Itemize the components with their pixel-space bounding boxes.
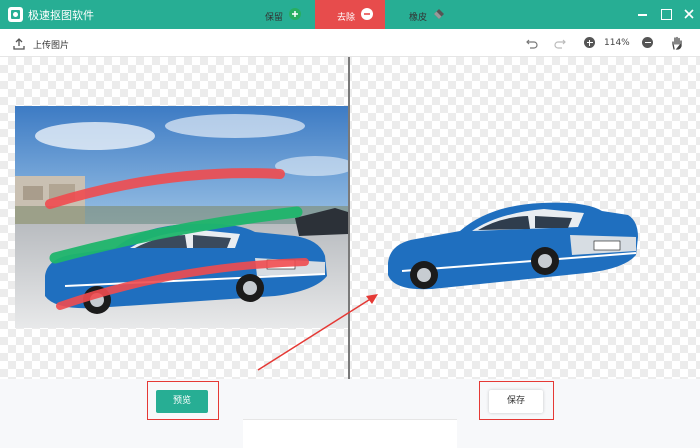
hand-icon[interactable] [670, 36, 684, 50]
remove-tool[interactable]: 去除 [315, 0, 385, 29]
zoom-in-icon[interactable] [584, 37, 595, 48]
result-image [380, 175, 640, 295]
source-image[interactable] [15, 106, 348, 328]
eraser-tool[interactable]: 橡皮 [385, 0, 457, 29]
plus-circle-icon [289, 8, 301, 20]
brush-tools [243, 419, 457, 448]
zoom-out-icon[interactable] [642, 37, 653, 48]
keep-tool[interactable]: 保留 [243, 0, 315, 29]
close-icon[interactable] [680, 5, 698, 23]
preview-button[interactable]: 预览 [156, 390, 208, 413]
upload-label[interactable]: 上传图片 [33, 38, 69, 51]
eraser-icon [433, 8, 445, 20]
minus-circle-icon [361, 8, 373, 20]
undo-icon[interactable] [525, 36, 539, 50]
zoom-level: 114% [604, 38, 630, 48]
save-button[interactable]: 保存 [489, 390, 543, 413]
eraser-label: 橡皮 [409, 13, 428, 23]
toolbar: 上传图片 114% [0, 29, 700, 57]
minimize-icon[interactable] [633, 5, 651, 23]
remove-label: 去除 [337, 13, 356, 23]
upload-button[interactable] [12, 37, 26, 51]
redo-icon[interactable] [553, 36, 567, 50]
app-logo-icon [8, 7, 23, 22]
keep-label: 保留 [265, 13, 284, 23]
upload-icon [13, 38, 25, 50]
app-title: 极速抠图软件 [28, 9, 94, 22]
split-divider[interactable] [348, 57, 350, 379]
maximize-icon[interactable] [657, 5, 675, 23]
